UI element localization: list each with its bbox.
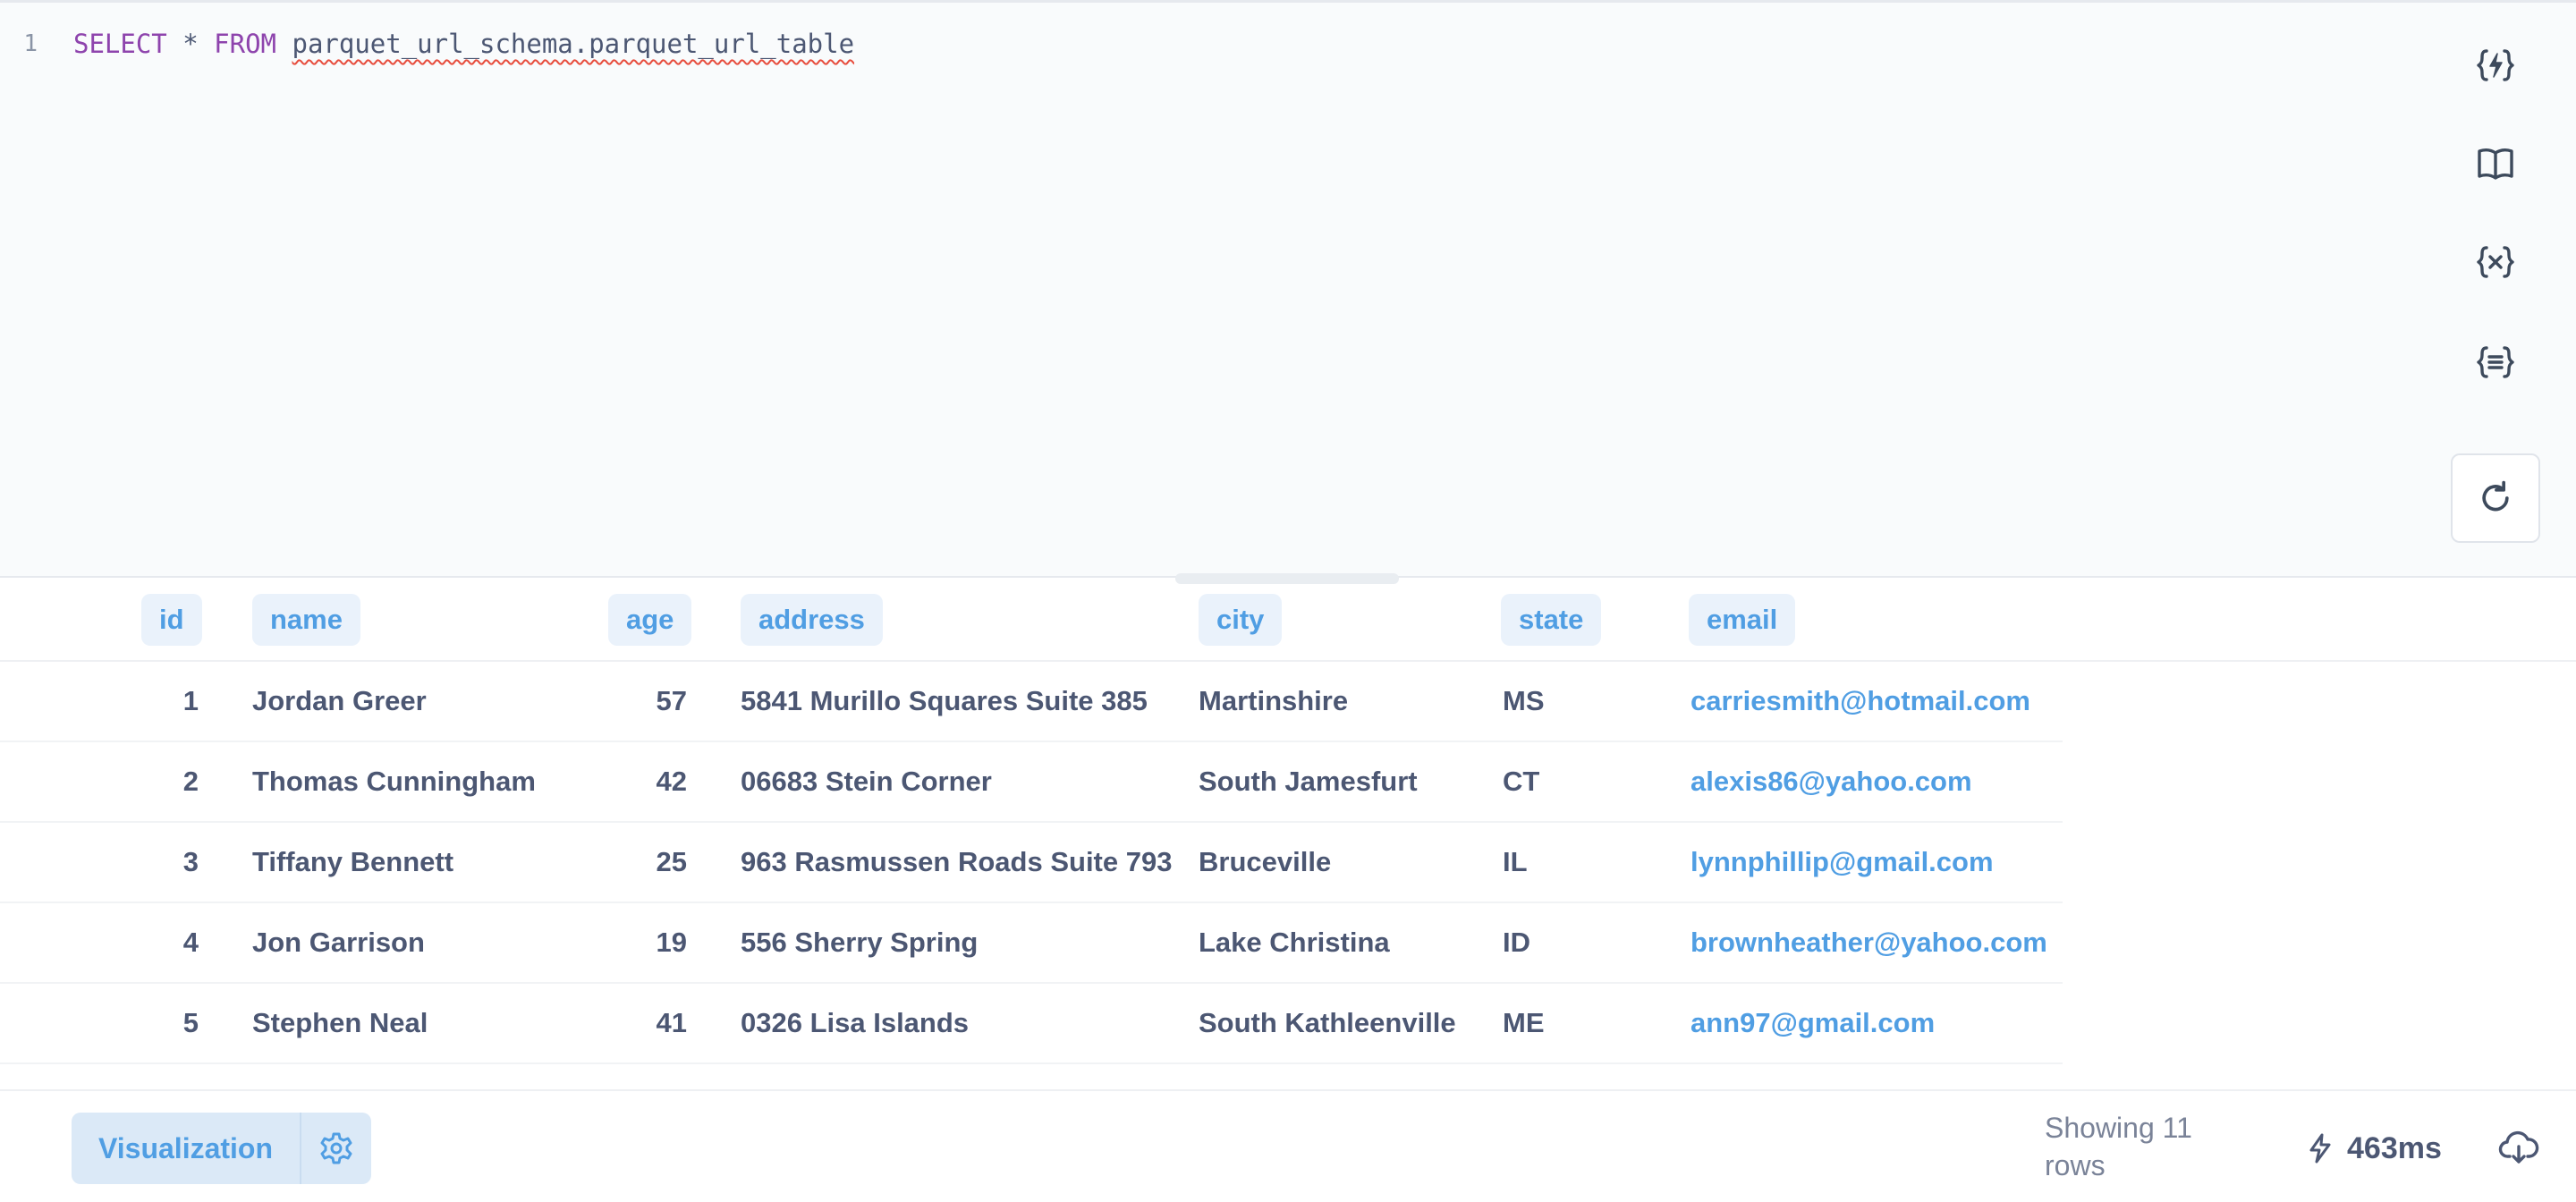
cell-address: 06683 Stein Corner bbox=[741, 766, 992, 797]
cell-name: Tiffany Bennett bbox=[252, 846, 454, 877]
column-header-id[interactable]: id bbox=[141, 594, 202, 646]
sql-query[interactable]: SELECT * FROM parquet_url_schema.parquet… bbox=[73, 29, 854, 59]
data-reference-button[interactable] bbox=[2451, 126, 2540, 201]
lightning-icon bbox=[2309, 1133, 2331, 1164]
table-header: id name age address city state email bbox=[0, 578, 2576, 662]
book-icon bbox=[2478, 148, 2513, 180]
visualization-settings-button[interactable] bbox=[300, 1113, 372, 1184]
table-reference: parquet_url_schema.parquet_url_table bbox=[292, 29, 855, 59]
visualization-button[interactable]: Visualization bbox=[72, 1113, 301, 1184]
cell-name: Stephen Neal bbox=[252, 1007, 428, 1038]
cell-name: Thomas Cunningham bbox=[252, 766, 536, 797]
cell-id: 3 bbox=[182, 846, 199, 877]
column-header-age[interactable]: age bbox=[608, 594, 692, 646]
timing-value: 463ms bbox=[2347, 1130, 2442, 1165]
column-header-address[interactable]: address bbox=[741, 594, 883, 646]
table-row: 4 Jon Garrison 19 556 Sherry Spring Lake… bbox=[0, 903, 2063, 984]
code-line[interactable]: 1 SELECT * FROM parquet_url_schema.parqu… bbox=[0, 26, 854, 62]
table-row: 5 Stephen Neal 41 0326 Lisa Islands Sout… bbox=[0, 984, 2063, 1064]
cell-address: 0326 Lisa Islands bbox=[741, 1007, 970, 1038]
table-row: 1 Jordan Greer 57 5841 Murillo Squares S… bbox=[0, 662, 2063, 742]
cell-name: Jordan Greer bbox=[252, 685, 427, 716]
star-operator: * bbox=[182, 29, 199, 59]
cell-email-link[interactable]: lynnphillip@gmail.com bbox=[1690, 823, 1994, 902]
cell-state: MS bbox=[1503, 685, 1545, 716]
results-footer: Visualization Showing 11 rows 463ms bbox=[0, 1089, 2576, 1202]
variables-button[interactable] bbox=[2451, 224, 2540, 300]
cell-city: Martinshire bbox=[1199, 685, 1349, 716]
template-icon bbox=[2477, 346, 2514, 378]
cell-id: 2 bbox=[182, 766, 199, 797]
cell-age: 25 bbox=[656, 846, 687, 877]
from-keyword: FROM bbox=[214, 29, 277, 59]
visualization-controls: Visualization bbox=[72, 1113, 372, 1184]
cell-age: 19 bbox=[656, 927, 687, 958]
line-number: 1 bbox=[23, 30, 38, 57]
cell-age: 57 bbox=[656, 685, 687, 716]
row-count-label: Showing 11 rows bbox=[2045, 1112, 2192, 1181]
cell-state: CT bbox=[1503, 766, 1540, 797]
column-header-city[interactable]: city bbox=[1199, 594, 1283, 646]
cell-state: IL bbox=[1503, 846, 1528, 877]
cell-name: Jon Garrison bbox=[252, 927, 425, 958]
snippet-button[interactable] bbox=[2451, 28, 2540, 103]
cell-id: 4 bbox=[182, 927, 199, 958]
cell-age: 41 bbox=[656, 1007, 687, 1038]
cell-email-link[interactable]: brownheather@yahoo.com bbox=[1690, 903, 2047, 982]
cell-address: 5841 Murillo Squares Suite 385 bbox=[741, 685, 1148, 716]
cell-id: 5 bbox=[182, 1007, 199, 1038]
column-header-email[interactable]: email bbox=[1689, 594, 1796, 646]
preview-button[interactable] bbox=[2451, 325, 2540, 400]
cell-address: 556 Sherry Spring bbox=[741, 927, 979, 958]
cell-address: 963 Rasmussen Roads Suite 793 bbox=[741, 846, 1173, 877]
run-query-button[interactable] bbox=[2451, 453, 2540, 543]
cell-city: Lake Christina bbox=[1199, 927, 1390, 958]
variables-icon bbox=[2477, 246, 2514, 278]
cell-city: South Kathleenville bbox=[1199, 1007, 1456, 1038]
cell-state: ID bbox=[1503, 927, 1530, 958]
sql-editor[interactable]: 1 SELECT * FROM parquet_url_schema.parqu… bbox=[0, 0, 2576, 584]
cell-email-link[interactable]: ann97@gmail.com bbox=[1690, 984, 1935, 1062]
results-table: id name age address city state email 1 J… bbox=[0, 578, 2576, 1089]
query-timing: 463ms bbox=[2304, 1113, 2442, 1184]
table-row: 3 Tiffany Bennett 25 963 Rasmussen Roads… bbox=[0, 823, 2063, 903]
cell-email-link[interactable]: carriesmith@hotmail.com bbox=[1690, 662, 2030, 741]
cell-age: 42 bbox=[656, 766, 687, 797]
cell-id: 1 bbox=[182, 685, 199, 716]
select-keyword: SELECT bbox=[73, 29, 167, 59]
cell-state: ME bbox=[1503, 1007, 1545, 1038]
refresh-icon bbox=[2482, 480, 2509, 512]
cell-city: South Jamesfurt bbox=[1199, 766, 1418, 797]
download-results-button[interactable] bbox=[2487, 1113, 2551, 1184]
column-header-name[interactable]: name bbox=[252, 594, 360, 646]
cloud-download-icon bbox=[2498, 1130, 2539, 1164]
cell-email-link[interactable]: alexis86@yahoo.com bbox=[1690, 742, 1972, 821]
column-header-state[interactable]: state bbox=[1501, 594, 1602, 646]
table-row: 2 Thomas Cunningham 42 06683 Stein Corne… bbox=[0, 742, 2063, 823]
cell-city: Bruceville bbox=[1199, 846, 1332, 877]
gear-icon bbox=[320, 1132, 352, 1164]
snippet-icon bbox=[2477, 49, 2514, 81]
